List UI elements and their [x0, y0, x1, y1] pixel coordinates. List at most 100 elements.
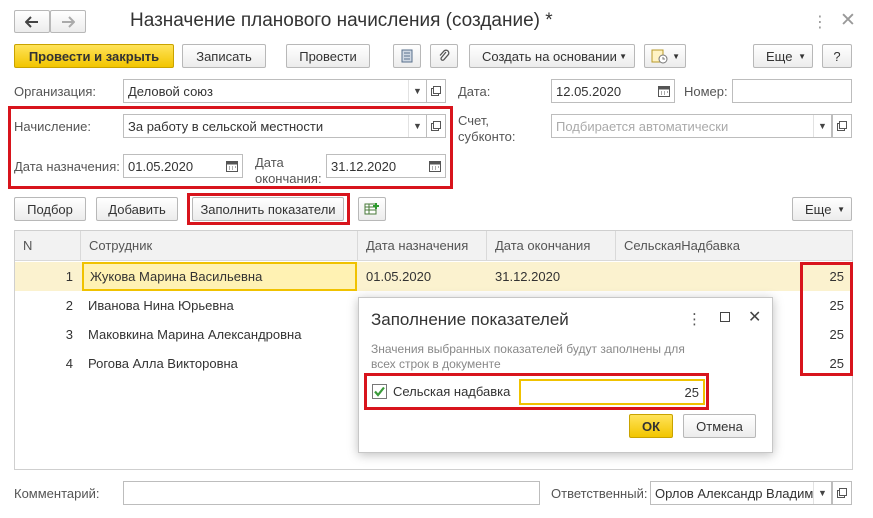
dialog-title: Заполнение показателей [371, 310, 569, 329]
rural-bonus-value: 25 [684, 384, 699, 400]
chevron-down-icon[interactable]: ▼ [408, 115, 426, 137]
accrual-field[interactable]: За работу в сельской местности ▼ [123, 114, 427, 138]
dialog-menu-icon[interactable]: ⋮ [687, 310, 702, 328]
row-end-date[interactable]: 31.12.2020 [495, 262, 615, 291]
organization-label: Организация: [14, 84, 97, 99]
comment-label: Комментарий: [14, 486, 100, 501]
chevron-down-icon: ▼ [837, 204, 845, 214]
open-link-icon [837, 121, 847, 131]
cancel-button[interactable]: Отмена [683, 414, 756, 438]
start-date-field[interactable]: 01.05.2020 [123, 154, 243, 178]
rural-bonus-checkbox[interactable] [372, 384, 387, 399]
column-header-rural-bonus[interactable]: СельскаяНадбавка [616, 231, 852, 261]
attach-button[interactable] [430, 44, 458, 68]
row-employee[interactable]: Рогова Алла Викторовна [88, 349, 358, 378]
post-button[interactable]: Провести [286, 44, 370, 68]
column-header-n[interactable]: N [15, 231, 81, 261]
comment-field[interactable] [123, 481, 540, 505]
calendar-icon[interactable] [658, 85, 670, 97]
table-row[interactable]: 1 Жукова Марина Васильевна 01.05.2020 31… [15, 262, 852, 291]
row-employee[interactable]: Иванова Нина Юрьевна [88, 291, 358, 320]
post-and-close-button[interactable]: Провести и закрыть [14, 44, 174, 68]
number-field[interactable] [732, 79, 852, 103]
help-button[interactable]: ? [822, 44, 852, 68]
row-start-date[interactable]: 01.05.2020 [366, 262, 486, 291]
responsible-field[interactable]: Орлов Александр Владим ▼ [650, 481, 832, 505]
row-employee[interactable]: Жукова Марина Васильевна [82, 262, 357, 291]
date-field[interactable]: 12.05.2020 [551, 79, 675, 103]
accrual-label: Начисление: [14, 119, 91, 134]
rural-bonus-checkbox-label: Сельская надбавка [393, 384, 511, 399]
calendar-icon[interactable] [429, 160, 441, 172]
open-link-icon [431, 121, 441, 131]
paperclip-icon [439, 49, 450, 61]
accrual-value: За работу в сельской местности [128, 118, 324, 134]
chevron-down-icon: ▼ [619, 51, 627, 61]
fill-indicators-dialog: Заполнение показателей ⋮ ✕ Значения выбр… [358, 297, 773, 453]
organization-open-button[interactable] [426, 79, 446, 103]
fill-indicators-button[interactable]: Заполнить показатели [192, 197, 344, 221]
calendar-icon[interactable] [226, 160, 238, 172]
column-header-start-date[interactable]: Дата назначения [358, 231, 487, 261]
responsible-open-button[interactable] [832, 481, 852, 505]
chevron-down-icon: ▼ [798, 51, 806, 61]
dialog-close-icon[interactable]: ✕ [748, 307, 761, 327]
arrow-left-icon [25, 15, 38, 28]
column-header-employee[interactable]: Сотрудник [81, 231, 358, 261]
back-button[interactable] [14, 10, 50, 33]
account-field[interactable]: Подбирается автоматически ▼ [551, 114, 832, 138]
dialog-description-line1: Значения выбранных показателей будут зап… [371, 342, 685, 356]
end-date-value: 31.12.2020 [331, 158, 397, 174]
chevron-down-icon[interactable]: ▼ [813, 482, 831, 504]
select-button[interactable]: Подбор [14, 197, 86, 221]
row-employee[interactable]: Маковкина Марина Александровна [88, 320, 358, 349]
date-value: 12.05.2020 [556, 83, 622, 99]
account-label-line1: Счет, [458, 113, 489, 128]
rural-bonus-value-input[interactable]: 25 [519, 379, 705, 405]
document-list-icon [401, 49, 413, 63]
chevron-down-icon[interactable]: ▼ [813, 115, 831, 137]
row-number: 4 [65, 356, 73, 371]
checkmark-icon [374, 386, 385, 397]
row-number: 2 [65, 298, 73, 313]
save-button[interactable]: Записать [182, 44, 266, 68]
window-menu-icon[interactable]: ⋮ [812, 12, 828, 32]
report-button[interactable] [393, 44, 421, 68]
row-number: 1 [65, 269, 73, 284]
column-header-end-date[interactable]: Дата окончания [487, 231, 616, 261]
responsible-label: Ответственный: [551, 486, 648, 501]
create-based-label: Создать на основании [482, 48, 617, 64]
end-date-label-line1: Дата [255, 155, 284, 170]
create-based-button[interactable]: Создать на основании ▼ [469, 44, 635, 68]
accrual-open-button[interactable] [426, 114, 446, 138]
chevron-down-icon: ▼ [672, 51, 680, 61]
dialog-description-line2: всех строк в документе [371, 357, 501, 371]
table-add-icon [364, 203, 379, 215]
account-placeholder: Подбирается автоматически [556, 118, 729, 134]
end-date-label-line2: окончания: [255, 171, 322, 186]
row-number: 3 [65, 327, 73, 342]
open-link-icon [837, 488, 847, 498]
ok-button[interactable]: ОК [629, 414, 673, 438]
print-settings-icon [651, 49, 668, 64]
end-date-field[interactable]: 31.12.2020 [326, 154, 446, 178]
table-settings-button[interactable] [358, 197, 386, 221]
organization-value: Деловой союз [128, 83, 214, 99]
table-more-label: Еще [805, 201, 832, 217]
account-open-button[interactable] [832, 114, 852, 138]
row-rural-bonus[interactable]: 25 [625, 262, 844, 291]
print-button[interactable]: ▼ [644, 44, 686, 68]
chevron-down-icon[interactable]: ▼ [408, 80, 426, 102]
number-label: Номер: [684, 84, 728, 99]
window-close-icon[interactable]: ✕ [840, 9, 856, 32]
responsible-value: Орлов Александр Владим [655, 485, 814, 501]
dialog-maximize-icon[interactable] [720, 312, 730, 322]
start-date-value: 01.05.2020 [128, 158, 194, 174]
organization-field[interactable]: Деловой союз ▼ [123, 79, 427, 103]
add-button[interactable]: Добавить [96, 197, 178, 221]
open-link-icon [431, 86, 441, 96]
start-date-label: Дата назначения: [14, 159, 120, 174]
more-button[interactable]: Еще ▼ [753, 44, 813, 68]
forward-button[interactable] [50, 10, 86, 33]
table-more-button[interactable]: Еще ▼ [792, 197, 852, 221]
